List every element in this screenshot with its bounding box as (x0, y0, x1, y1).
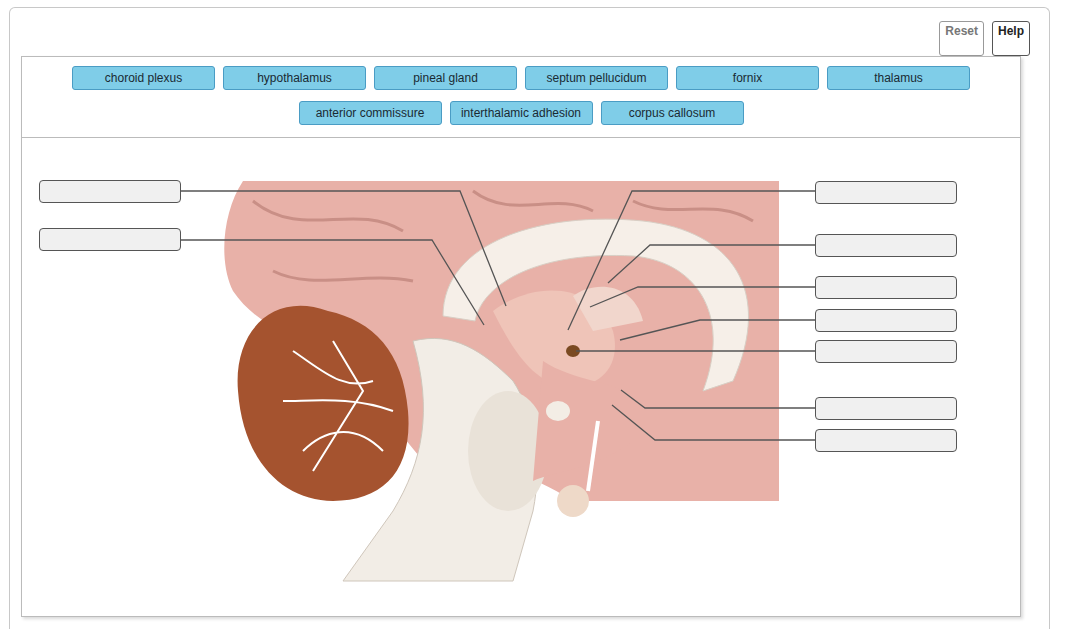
leader-line (608, 245, 815, 283)
leader-line (568, 191, 815, 330)
leader-line (181, 191, 506, 306)
leader-line (620, 320, 815, 340)
label-chip[interactable]: choroid plexus (72, 66, 215, 90)
brain-photo (213, 181, 779, 601)
label-chip[interactable]: pineal gland (374, 66, 517, 90)
leader-line (576, 350, 815, 351)
label-chip[interactable]: corpus callosum (601, 101, 744, 125)
drop-zone[interactable] (815, 397, 957, 420)
leader-lines (22, 138, 1020, 616)
leader-line (621, 390, 815, 408)
labeling-panel: choroid plexus hypothalamus pineal gland se… (21, 56, 1021, 617)
leader-line (181, 240, 484, 325)
reset-button[interactable]: Reset (939, 21, 984, 56)
word-bank: choroid plexus hypothalamus pineal gland se… (22, 57, 1020, 138)
diagram-area (22, 138, 1020, 616)
label-chip[interactable]: thalamus (827, 66, 970, 90)
drop-zone[interactable] (815, 234, 957, 257)
word-bank-row: choroid plexus hypothalamus pineal gland se… (72, 66, 970, 90)
drop-zone[interactable] (815, 429, 957, 452)
label-chip[interactable]: septum pellucidum (525, 66, 668, 90)
label-chip[interactable]: fornix (676, 66, 819, 90)
label-chip[interactable]: interthalamic adhesion (450, 101, 593, 125)
exercise-frame: ResetHelp choroid plexus hypothalamus pine… (9, 7, 1050, 629)
leader-line (612, 405, 815, 440)
help-button[interactable]: Help (992, 21, 1030, 56)
drop-zone[interactable] (815, 309, 957, 332)
label-chip[interactable]: anterior commissure (299, 101, 442, 125)
label-chip[interactable]: hypothalamus (223, 66, 366, 90)
leader-line (590, 287, 815, 307)
drop-zone[interactable] (815, 181, 957, 204)
drop-zone[interactable] (39, 228, 181, 251)
header-bar: ResetHelp (10, 8, 1049, 56)
drop-zone[interactable] (39, 180, 181, 203)
word-bank-row: anterior commissure interthalamic adhesio… (299, 101, 744, 125)
drop-zone[interactable] (815, 340, 957, 363)
drop-zone[interactable] (815, 276, 957, 299)
